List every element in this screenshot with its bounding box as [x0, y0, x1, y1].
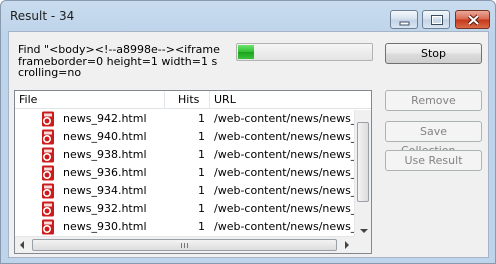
table-row[interactable]: news_940.html 1/web-content/news/news_940 — [15, 128, 355, 146]
column-header-url[interactable]: URL — [210, 91, 371, 109]
maximize-icon — [431, 15, 443, 25]
table-row[interactable]: news_938.html 1/web-content/news/news_938 — [15, 146, 355, 164]
html-file-icon — [42, 129, 54, 145]
row-hits: 1 — [198, 184, 205, 197]
row-file-name: news_936.html — [63, 166, 147, 179]
scroll-right-arrow-icon[interactable] — [345, 241, 349, 249]
html-file-icon — [42, 111, 54, 127]
row-url: /web-content/news/news_940 — [214, 130, 355, 143]
row-url: /web-content/news/news_930 — [214, 220, 355, 233]
row-hits: 1 — [198, 112, 205, 125]
table-row[interactable]: news_934.html 1/web-content/news/news_934 — [15, 182, 355, 200]
row-file-name: news_940.html — [63, 130, 147, 143]
row-hits: 1 — [198, 148, 205, 161]
dialog-client-area: Find "<body><!--a8998e--><iframe framebo… — [8, 31, 489, 258]
save-collection-button[interactable]: Save Collection... — [385, 121, 482, 157]
remove-button[interactable]: Remove — [385, 90, 482, 111]
row-url: /web-content/news/news_934 — [214, 184, 355, 197]
row-hits: 1 — [198, 166, 205, 179]
list-header: File Hits URL — [15, 91, 371, 109]
row-file-name: news_942.html — [63, 112, 147, 125]
title-bar[interactable]: Result - 34 — [1, 1, 495, 31]
window-title: Result - 34 — [10, 9, 75, 23]
table-row[interactable]: news_942.html 1/web-content/news/news_942 — [15, 110, 355, 128]
row-hits: 1 — [198, 130, 205, 143]
close-button[interactable] — [455, 10, 490, 29]
vertical-scroll-thumb[interactable] — [357, 122, 369, 202]
scroll-down-arrow-icon[interactable] — [360, 229, 368, 233]
row-url: /web-content/news/news_936 — [214, 166, 355, 179]
row-hits: 1 — [198, 220, 205, 233]
row-file-name: news_934.html — [63, 184, 147, 197]
horizontal-scroll-thumb[interactable] — [32, 239, 337, 251]
table-row[interactable]: news_930.html 1/web-content/news/news_930 — [15, 218, 355, 236]
column-header-file[interactable]: File — [15, 91, 165, 109]
html-file-icon — [42, 165, 54, 181]
minimize-button[interactable] — [390, 10, 418, 29]
close-icon — [467, 14, 480, 26]
html-file-icon — [42, 147, 54, 163]
scroll-left-arrow-icon[interactable] — [20, 241, 24, 249]
stop-button[interactable]: Stop — [385, 43, 482, 64]
row-hits: 1 — [198, 202, 205, 215]
minimize-icon — [399, 21, 410, 26]
results-list[interactable]: File Hits URL news_942.html 1/web-content… — [14, 90, 372, 254]
row-url: /web-content/news/news_932 — [214, 202, 355, 215]
search-query-text: Find "<body><!--a8998e--><iframe framebo… — [18, 44, 220, 78]
vertical-scrollbar[interactable] — [354, 110, 371, 236]
progress-fill — [238, 45, 254, 59]
use-result-button[interactable]: Use Result — [385, 150, 482, 171]
result-window: Result - 34 Find "<body><!--a8998e--><if… — [0, 0, 496, 264]
maximize-button[interactable] — [422, 10, 450, 29]
table-row[interactable]: news_932.html 1/web-content/news/news_932 — [15, 200, 355, 218]
search-progress-bar — [236, 43, 373, 61]
html-file-icon — [42, 183, 54, 199]
row-url: /web-content/news/news_938 — [214, 148, 355, 161]
html-file-icon — [42, 201, 54, 217]
row-url: /web-content/news/news_942 — [214, 112, 355, 125]
row-file-name: news_938.html — [63, 148, 147, 161]
table-row[interactable]: news_936.html 1/web-content/news/news_936 — [15, 164, 355, 182]
column-header-hits[interactable]: Hits — [165, 91, 210, 109]
scrollbar-corner — [354, 236, 371, 253]
scroll-grip-icon — [181, 243, 189, 248]
list-rows: news_942.html 1/web-content/news/news_942… — [15, 110, 355, 236]
row-file-name: news_932.html — [63, 202, 147, 215]
row-file-name: news_930.html — [63, 220, 147, 233]
html-file-icon — [42, 219, 54, 235]
horizontal-scrollbar[interactable] — [15, 236, 355, 253]
